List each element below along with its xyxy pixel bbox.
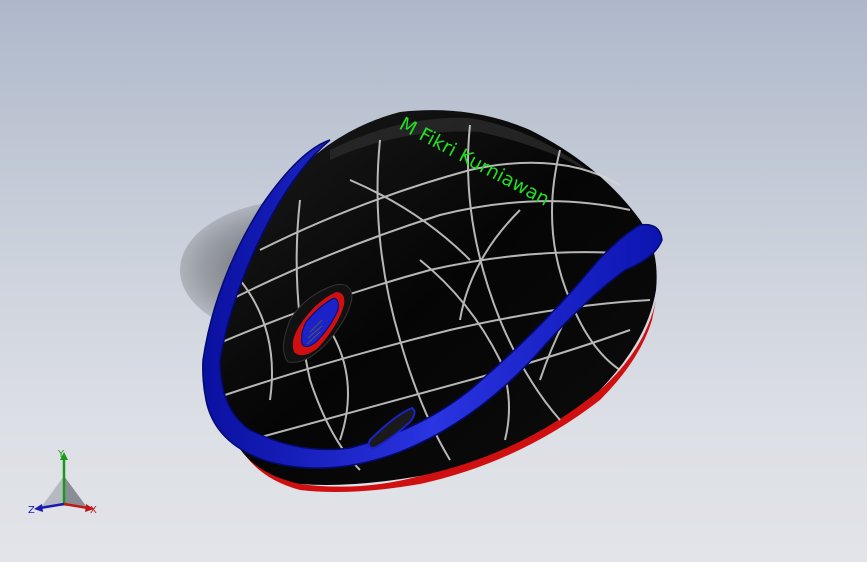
mouse-3d-model[interactable]: M Fikri Kurniawan — [0, 0, 867, 562]
graphics-viewport[interactable]: M Fikri Kurniawan Y X Z — [0, 0, 867, 562]
x-axis-label: X — [90, 505, 97, 516]
z-axis-arrow-icon — [34, 504, 43, 512]
z-axis-label: Z — [28, 505, 35, 516]
y-axis-label: Y — [58, 449, 65, 460]
